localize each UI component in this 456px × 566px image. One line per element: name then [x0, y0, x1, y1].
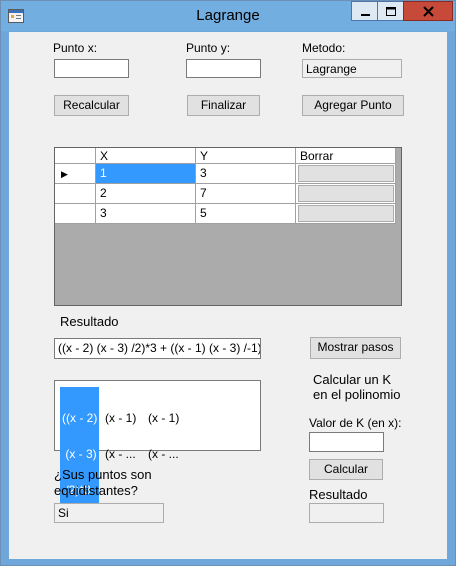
current-row-icon: ▶: [61, 169, 68, 179]
equidistantes-question: ¿Sus puntos son equidistantes?: [54, 467, 152, 499]
minimize-button[interactable]: [351, 1, 378, 21]
steps-item-3-line2: (x - ...: [148, 447, 179, 461]
resultado-k-field: [309, 503, 384, 523]
equidistantes-question-line2: equidistantes?: [54, 483, 138, 498]
resultado-polynomial-field[interactable]: ((x - 2) (x - 3) /2)*3 + ((x - 1) (x - 3…: [54, 338, 261, 359]
steps-item-1-line2: (x - 3): [62, 447, 97, 461]
grid-cell-borrar-3: [296, 204, 396, 224]
punto-x-label: Punto x:: [53, 41, 98, 55]
steps-item-1-line1: ((x - 2): [62, 411, 98, 425]
close-button[interactable]: [403, 1, 453, 21]
lagrange-window: Lagrange Punto x: Punto y: Metodo: Lagra…: [0, 0, 456, 566]
equidistantes-question-line1: ¿Sus puntos son: [54, 467, 152, 482]
grid-cell-y-1[interactable]: 3: [196, 164, 296, 184]
points-grid[interactable]: X Y Borrar ▶ 1 3 2 7 3 5: [54, 147, 402, 306]
maximize-button[interactable]: [377, 1, 404, 21]
borrar-button-1[interactable]: [298, 165, 394, 182]
grid-row-header-2[interactable]: [55, 184, 96, 204]
grid-cell-x-3[interactable]: 3: [96, 204, 196, 224]
steps-listbox[interactable]: ((x - 2) (x - 3) /2)*3 (x - 1) (x - ... …: [54, 380, 261, 521]
grid-cell-borrar-1: [296, 164, 396, 184]
steps-item-1[interactable]: ((x - 2) (x - 3) /2)*3: [60, 387, 100, 521]
steps-item-2-line1: (x - 1): [105, 411, 137, 425]
steps-item-2-line2: (x - ...: [105, 447, 136, 461]
grid-cell-borrar-2: [296, 184, 396, 204]
agregar-punto-button[interactable]: Agregar Punto: [302, 95, 404, 116]
mostrar-pasos-button[interactable]: Mostrar pasos: [310, 337, 401, 359]
grid-row-header-1[interactable]: ▶: [55, 164, 96, 184]
grid-header-x[interactable]: X: [96, 148, 196, 164]
resultado-label: Resultado: [60, 314, 119, 329]
grid-cell-y-3[interactable]: 5: [196, 204, 296, 224]
grid-cell-y-2[interactable]: 7: [196, 184, 296, 204]
metodo-field: Lagrange: [302, 59, 402, 78]
recalcular-button[interactable]: Recalcular: [54, 95, 129, 116]
maximize-icon: [386, 7, 396, 16]
steps-item-3-line1: (x - 1): [148, 411, 180, 425]
borrar-button-2[interactable]: [298, 185, 394, 202]
grid-row-header-3[interactable]: [55, 204, 96, 224]
close-icon: [423, 6, 434, 17]
grid-cell-x-2[interactable]: 2: [96, 184, 196, 204]
calcular-button[interactable]: Calcular: [309, 459, 383, 480]
calcular-k-heading-line2: en el polinomio: [313, 387, 401, 402]
grid-header-borrar[interactable]: Borrar: [296, 148, 396, 164]
metodo-label: Metodo:: [302, 41, 346, 55]
valor-k-input[interactable]: [309, 432, 384, 452]
calcular-k-heading-line1: Calcular un K: [313, 372, 392, 387]
grid-header-y[interactable]: Y: [196, 148, 296, 164]
calcular-k-heading: Calcular un K en el polinomio: [313, 372, 400, 402]
finalizar-button[interactable]: Finalizar: [187, 95, 260, 116]
grid-corner-header: [55, 148, 96, 164]
minimize-icon: [361, 14, 370, 16]
title-bar[interactable]: Lagrange: [1, 1, 455, 31]
punto-x-input[interactable]: [54, 59, 129, 78]
borrar-button-3[interactable]: [298, 205, 394, 222]
form-client-area: Punto x: Punto y: Metodo: Lagrange Recal…: [9, 32, 447, 559]
punto-y-input[interactable]: [186, 59, 261, 78]
punto-y-label: Punto y:: [186, 41, 231, 55]
equidistantes-answer-field: Si: [54, 503, 164, 523]
grid-cell-x-1[interactable]: 1: [96, 164, 196, 184]
valor-k-label: Valor de K (en x):: [309, 416, 402, 430]
resultado-k-label: Resultado: [309, 487, 368, 502]
